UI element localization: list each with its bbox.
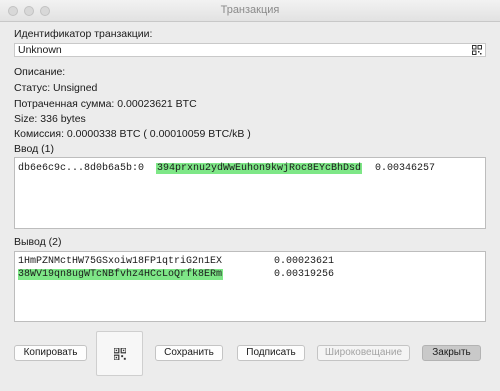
description-label: Описание: bbox=[14, 66, 66, 78]
output-amount: 0.00319256 bbox=[274, 269, 335, 280]
sign-button[interactable]: Подписать bbox=[237, 345, 305, 361]
input-address[interactable]: 394prxnu2ydWwEuhon9kwjRoc8EYcBhDsd bbox=[156, 163, 363, 174]
qr-code-icon[interactable] bbox=[472, 45, 482, 55]
input-amount: 0.00346257 bbox=[375, 163, 436, 174]
outputs-label: Вывод (2) bbox=[14, 236, 62, 248]
fee-text: Комиссия: 0.0000338 BTC ( 0.00010059 BTC… bbox=[14, 128, 251, 140]
transaction-id-field[interactable]: Unknown bbox=[14, 43, 486, 57]
output-amount: 0.00023621 bbox=[274, 256, 335, 267]
status-text: Статус: Unsigned bbox=[14, 82, 98, 94]
size-text: Size: 336 bytes bbox=[14, 113, 86, 125]
transaction-id-label: Идентификатор транзакции: bbox=[14, 28, 153, 40]
transaction-id-value: Unknown bbox=[18, 44, 62, 56]
qr-code-icon bbox=[114, 348, 126, 360]
inputs-label: Ввод (1) bbox=[14, 143, 54, 155]
inputs-list[interactable]: db6e6c9c...8d0b6a5b:0 394prxnu2ydWwEuhon… bbox=[14, 157, 486, 229]
title-bar: Транзакция bbox=[0, 0, 500, 22]
close-button[interactable]: Закрыть bbox=[422, 345, 481, 361]
window-title: Транзакция bbox=[220, 4, 280, 16]
copy-button[interactable]: Копировать bbox=[14, 345, 87, 361]
output-address[interactable]: 1HmPZNMctHW75GSxoiw18FP1qtriG2n1EX bbox=[18, 256, 222, 267]
save-button[interactable]: Сохранить bbox=[155, 345, 223, 361]
qr-code-button[interactable] bbox=[96, 331, 143, 376]
output-address[interactable]: 38WV19qn8ugWTcNBfvhz4HCcLoQrfk8ERm bbox=[18, 269, 224, 280]
spent-amount-text: Потраченная сумма: 0.00023621 BTC bbox=[14, 98, 197, 110]
input-prevout: db6e6c9c...8d0b6a5b:0 bbox=[18, 163, 145, 174]
broadcast-button[interactable]: Широковещание bbox=[317, 345, 410, 361]
outputs-list[interactable]: 1HmPZNMctHW75GSxoiw18FP1qtriG2n1EX 0.000… bbox=[14, 251, 486, 322]
